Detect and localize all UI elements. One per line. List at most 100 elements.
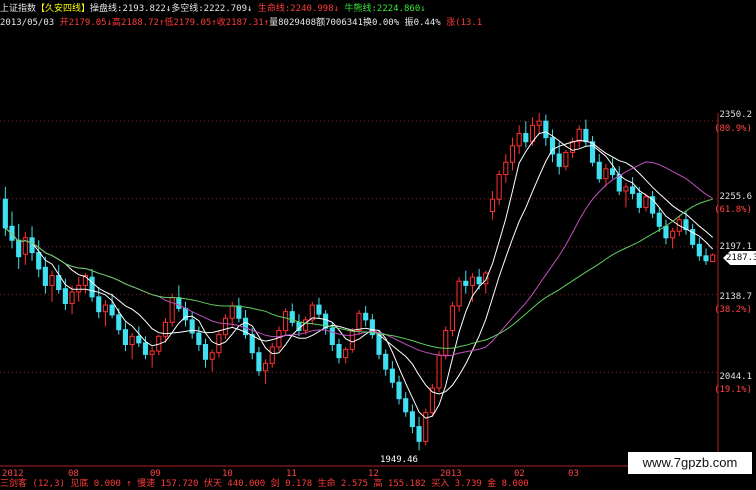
candle-body <box>129 335 135 346</box>
candle-body <box>396 381 402 400</box>
candle-body <box>249 334 255 354</box>
candle-body <box>56 275 62 291</box>
x-tick: 10 <box>222 469 233 479</box>
candle-body <box>343 348 349 359</box>
candle-body <box>543 120 549 139</box>
candle-body <box>536 120 542 126</box>
candle-body <box>603 168 609 180</box>
candle-body <box>456 280 462 307</box>
candle-body <box>656 212 662 227</box>
candle-body <box>329 327 335 346</box>
candle-body <box>509 145 516 163</box>
candle-body <box>563 151 569 167</box>
candle-body <box>403 398 409 413</box>
y-tick-price: 2255.6 <box>719 192 752 202</box>
candle-body <box>409 411 415 428</box>
candle-body <box>222 317 229 336</box>
candle-body <box>363 312 369 321</box>
candle-body <box>583 128 589 143</box>
sub-indicator-header[interactable]: 三剑客 (12,3) 见底 0.000 ↑ 慢速 157.720 伏天 440.… <box>0 479 529 490</box>
x-tick: 11 <box>286 469 297 479</box>
candlestick-chart[interactable] <box>0 0 756 487</box>
candle-body <box>109 304 115 316</box>
candle-body <box>496 174 502 200</box>
candle-body <box>596 161 602 180</box>
x-tick: 2013 <box>440 469 462 479</box>
candle-body <box>2 198 8 229</box>
candle-body <box>189 319 195 334</box>
candle-body <box>489 198 496 213</box>
candle-body <box>383 353 389 370</box>
candle-body <box>269 346 275 364</box>
candle-body <box>69 291 75 304</box>
candle-body <box>523 133 529 143</box>
y-tick-price: 2350.2 <box>719 110 752 120</box>
candle-body <box>416 426 422 442</box>
candle-body <box>349 330 355 350</box>
candle-body <box>209 352 215 360</box>
candle-body <box>516 133 522 147</box>
candle-body <box>703 255 709 262</box>
watermark: www.7gpzb.com <box>628 452 752 474</box>
x-tick: 02 <box>514 469 525 479</box>
y-tick-pct: (19.1%) <box>714 385 752 395</box>
x-tick: 09 <box>150 469 161 479</box>
candle-body <box>443 330 449 356</box>
candle-body <box>76 284 82 293</box>
candle-body <box>389 368 395 383</box>
candle-body <box>276 330 282 348</box>
y-tick-price: 2044.1 <box>719 372 752 382</box>
candle-body <box>336 344 342 359</box>
candle-body <box>89 276 95 298</box>
candle-body <box>142 342 149 355</box>
candle-body <box>376 334 382 355</box>
candle-body <box>136 335 142 344</box>
candle-body <box>122 329 129 346</box>
candle-body <box>202 344 209 360</box>
candle-body <box>469 276 476 286</box>
candle-body <box>630 186 636 194</box>
candle-body <box>556 153 562 167</box>
y-tick-pct: (80.9%) <box>714 124 752 134</box>
candle-body <box>196 332 202 346</box>
candle-body <box>116 314 122 331</box>
candle-body <box>176 297 182 309</box>
candle-body <box>503 161 509 176</box>
candle-body <box>62 288 68 304</box>
y-tick-price: 2197.1 <box>719 242 752 252</box>
x-tick: 2012 <box>2 469 24 479</box>
candle-body <box>670 230 676 239</box>
x-tick: 12 <box>368 469 379 479</box>
candle-body <box>356 312 362 332</box>
candle-body <box>663 225 669 239</box>
candle-body <box>710 254 716 263</box>
candle-body <box>169 297 175 323</box>
candle-body <box>49 275 55 286</box>
y-tick-pct: (38.2%) <box>714 305 752 315</box>
candle-body <box>236 305 242 319</box>
candle-body <box>696 243 702 257</box>
candle-body <box>449 305 455 332</box>
candle-body <box>42 266 48 286</box>
candle-body <box>256 352 262 372</box>
candle-body <box>643 196 649 208</box>
candle-body <box>102 304 108 313</box>
candle-body <box>263 362 269 372</box>
low-annotation: 1949.46 <box>380 455 418 465</box>
candle-body <box>476 276 482 285</box>
candle-body <box>636 192 642 208</box>
candle-body <box>436 354 442 389</box>
candle-body <box>16 239 22 258</box>
candle-body <box>610 168 616 176</box>
candle-body <box>229 305 235 319</box>
candle-body <box>36 252 42 270</box>
candle-body <box>283 311 289 332</box>
x-tick: 08 <box>68 469 79 479</box>
candle-body <box>96 296 102 313</box>
y-tick-price: 2138.7 <box>719 292 752 302</box>
x-tick: 03 <box>568 469 579 479</box>
candle-body <box>463 280 469 286</box>
y-tick-pct: (61.8%) <box>714 205 752 215</box>
candle-body <box>623 186 629 192</box>
candle-body <box>149 350 155 355</box>
